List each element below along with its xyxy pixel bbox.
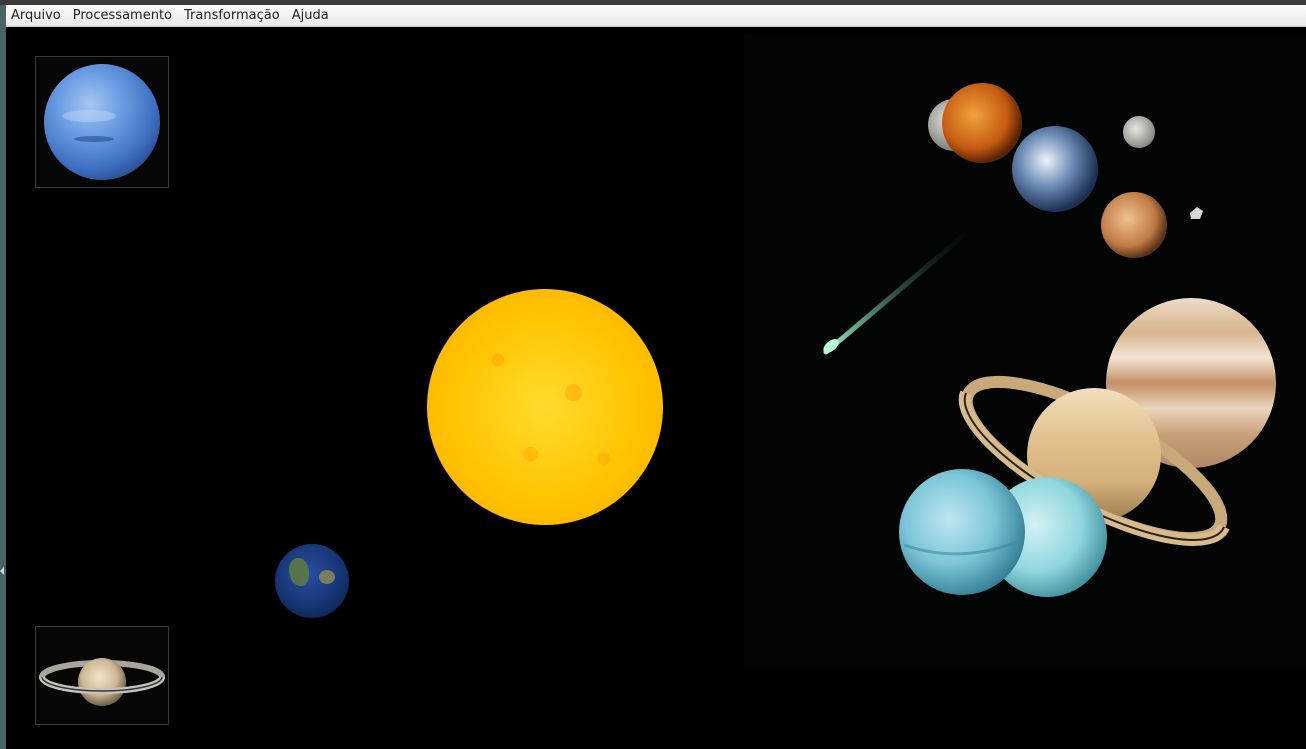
saturn-thumbnail[interactable] [35,626,169,725]
collapse-arrow-icon[interactable] [0,567,4,575]
neptune-icon [44,64,160,180]
menu-arquivo[interactable]: Arquivo [6,5,67,26]
sun-icon[interactable] [427,289,663,525]
menu-ajuda[interactable]: Ajuda [286,5,335,26]
neptune-thumbnail[interactable] [35,56,169,188]
menu-processamento[interactable]: Processamento [67,5,178,26]
saturn-icon [39,658,165,706]
menu-transformacao[interactable]: Transformação [178,5,286,26]
solar-system-image[interactable] [744,35,1306,668]
menu-bar: Arquivo Processamento Transformação Ajud… [6,5,1306,27]
image-canvas[interactable] [6,27,1306,749]
earth-icon[interactable] [275,544,349,618]
